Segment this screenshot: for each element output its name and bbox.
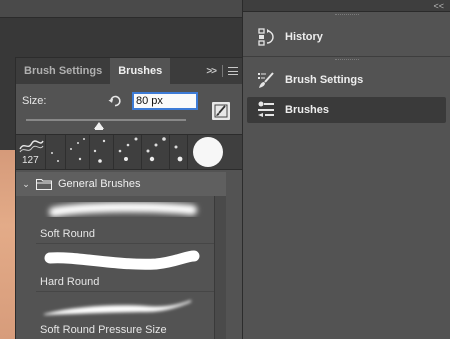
create-new-brush-button[interactable] (212, 102, 230, 120)
size-input[interactable]: 80 px (132, 92, 198, 110)
tab-divider (222, 65, 223, 77)
brush-item-soft-round[interactable]: Soft Round (36, 196, 214, 244)
preset-brush-hard-round[interactable] (188, 135, 242, 169)
preset-brush[interactable] (114, 135, 142, 169)
preset-count: 127 (22, 155, 39, 166)
panel-tab-bar: Brush Settings Brushes >> (16, 58, 242, 84)
recent-brushes-row: 127 (16, 134, 242, 170)
brushes-panel: Brush Settings Brushes >> Size: 80 px 12… (16, 58, 242, 339)
brush-list-scrollbar[interactable] (214, 196, 226, 339)
tab-brush-settings[interactable]: Brush Settings (16, 58, 110, 84)
dock-item-brush-settings[interactable]: Brush Settings (247, 67, 446, 93)
preset-brush[interactable] (170, 135, 188, 169)
canvas-top-bar (0, 0, 242, 18)
soft-round-pressure-stroke-preview (44, 300, 191, 315)
folder-icon (36, 178, 52, 190)
brush-name: Soft Round Pressure Size (40, 324, 167, 336)
brush-list: Soft Round Hard Round Soft Round Pressur… (36, 196, 214, 339)
soft-round-stroke-preview (49, 202, 197, 217)
brush-edit-icon (214, 104, 228, 118)
brush-item-soft-round-pressure-size[interactable]: Soft Round Pressure Size (36, 292, 214, 339)
dock-item-brushes[interactable]: Brushes (247, 97, 446, 123)
dock-item-history[interactable]: History (247, 24, 446, 50)
brush-name: Soft Round (40, 228, 96, 240)
hard-round-stroke-preview (44, 250, 200, 270)
brush-tip-icon (19, 140, 44, 153)
size-slider-thumb[interactable] (93, 122, 104, 130)
brush-item-hard-round[interactable]: Hard Round (36, 244, 214, 292)
preset-brush[interactable] (66, 135, 90, 169)
dock-item-label: History (285, 31, 323, 43)
size-row: Size: 80 px (16, 92, 242, 112)
tab-brushes[interactable]: Brushes (110, 58, 171, 84)
tab-overflow-icon[interactable]: >> (206, 66, 217, 77)
brush-name: Hard Round (40, 276, 100, 288)
collapse-dock-icon[interactable]: << (433, 0, 444, 12)
brushes-icon (257, 101, 275, 119)
size-slider-track[interactable] (26, 119, 186, 121)
chevron-down-icon[interactable]: ⌄ (18, 179, 34, 190)
preset-brush[interactable] (142, 135, 170, 169)
history-icon (257, 28, 275, 46)
preset-brush[interactable] (46, 135, 66, 169)
dock-item-label: Brushes (285, 104, 330, 116)
brush-group-general[interactable]: ⌄ General Brushes (16, 172, 226, 196)
brush-settings-icon (257, 71, 275, 89)
dock-grip[interactable] (243, 12, 450, 18)
dock-title-bar: << (243, 0, 450, 12)
dock-item-label: Brush Settings (285, 74, 364, 86)
reset-size-icon[interactable] (108, 94, 122, 108)
dock-grip[interactable] (243, 57, 450, 63)
preset-brush-tip[interactable]: 127 (16, 135, 46, 169)
preset-brush[interactable] (90, 135, 114, 169)
panel-dock: << History Brush Settings Brushes (242, 0, 450, 339)
panel-menu-icon[interactable] (228, 67, 238, 75)
brush-group-label: General Brushes (58, 178, 141, 190)
size-label: Size: (22, 95, 47, 107)
